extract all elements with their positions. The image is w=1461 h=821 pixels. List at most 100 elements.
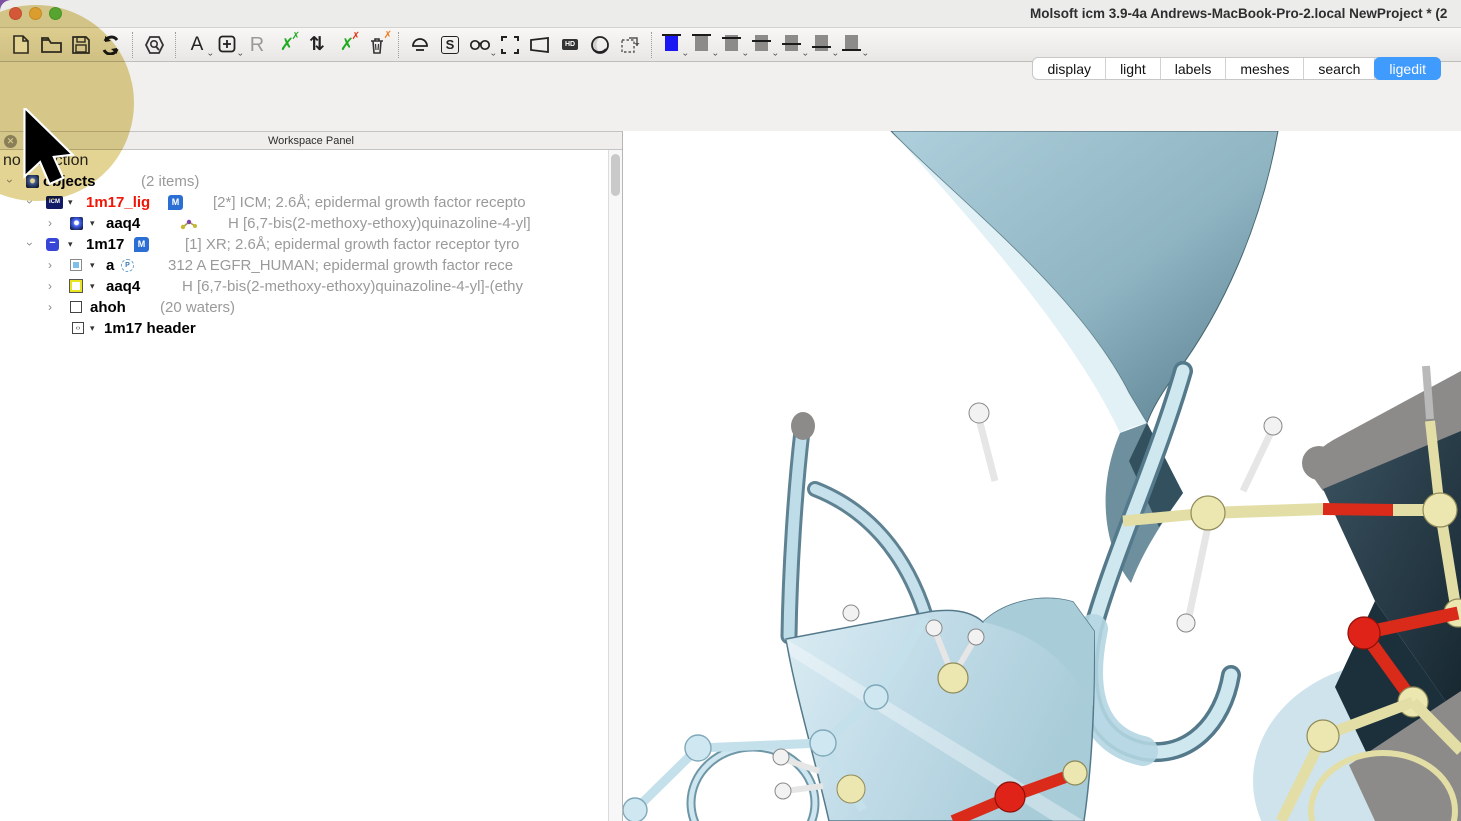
trash-icon xyxy=(369,36,385,54)
perspective-button[interactable] xyxy=(525,30,555,60)
header-data-icon[interactable]: ‹› xyxy=(72,322,84,334)
new-document-button[interactable] xyxy=(6,30,36,60)
chevron-expanded-icon[interactable]: › xyxy=(4,179,16,183)
workspace-panel-header[interactable]: ✕ Workspace Panel xyxy=(0,131,622,150)
tree-item-name[interactable]: a xyxy=(106,257,114,274)
label-box-button[interactable]: › xyxy=(212,30,242,60)
tree-item-name[interactable]: 1m17 header xyxy=(104,320,196,337)
chevron-collapsed-icon[interactable]: › xyxy=(48,259,52,271)
chevron-expanded-icon[interactable]: › xyxy=(24,242,36,246)
tree-row-ahoh[interactable]: › ahoh (20 waters) xyxy=(0,298,606,319)
tree-item-desc: (20 waters) xyxy=(160,299,235,316)
tree-row-objects[interactable]: › objects (2 items) xyxy=(0,172,606,193)
chevron-collapsed-icon[interactable]: › xyxy=(48,217,52,229)
delete-label-button[interactable]: ✗ ✗ xyxy=(272,30,302,60)
sync-button[interactable] xyxy=(96,30,126,60)
chevron-collapsed-icon[interactable]: › xyxy=(48,301,52,313)
slab-button-4[interactable]: › xyxy=(750,31,776,59)
tab-search[interactable]: search xyxy=(1304,58,1375,79)
molecule-icon[interactable] xyxy=(70,217,83,230)
loop-strand xyxy=(1088,371,1231,752)
caret-down-icon[interactable]: ▾ xyxy=(90,219,95,228)
smooth-shade-button[interactable]: S xyxy=(435,30,465,60)
shade-button[interactable] xyxy=(585,30,615,60)
workspace-tree[interactable]: no selection › objects (2 items) › ICM ▾… xyxy=(0,150,608,821)
delete-selection-button[interactable]: ✗ ✗ xyxy=(332,30,362,60)
updown-arrows-icon: ⇅ xyxy=(309,35,325,54)
tree-item-name[interactable]: 1m17_lig xyxy=(86,194,150,211)
separator xyxy=(651,32,652,58)
tab-light[interactable]: light xyxy=(1106,58,1161,79)
open-file-button[interactable] xyxy=(36,30,66,60)
tab-display[interactable]: display xyxy=(1033,58,1106,79)
tree-item-name[interactable]: 1m17 xyxy=(86,236,124,253)
s-box-icon: S xyxy=(441,36,459,54)
trash-button[interactable]: ✗ xyxy=(362,30,392,60)
zoom-button[interactable] xyxy=(49,7,62,20)
selection-status: no selection xyxy=(3,152,88,170)
tree-item-desc: H [6,7-bis(2-methoxy-ethoxy)quinazoline-… xyxy=(228,215,531,232)
tree-item-desc: [2*] ICM; 2.6Å; epidermal growth factor … xyxy=(213,194,526,211)
lamp-icon xyxy=(410,36,430,54)
residue-label-button[interactable]: R xyxy=(242,30,272,60)
tree-row-1m17[interactable]: › − ▾ 1m17 M [1] XR; 2.6Å; epidermal gro… xyxy=(0,235,606,256)
molecular-viewport[interactable] xyxy=(623,131,1461,821)
titlebar[interactable]: Molsoft icm 3.9-4a Andrews-MacBook-Pro-2… xyxy=(0,0,1461,28)
caret-down-icon[interactable]: ▾ xyxy=(90,261,95,270)
workspace-scrollbar[interactable] xyxy=(608,150,622,821)
tab-labels[interactable]: labels xyxy=(1161,58,1227,79)
window-title: Molsoft icm 3.9-4a Andrews-MacBook-Pro-2… xyxy=(1030,6,1447,21)
tree-row-1m17-lig[interactable]: › ICM ▾ 1m17_lig M [2*] ICM; 2.6Å; epide… xyxy=(0,193,606,214)
chevron-down-icon: › xyxy=(771,53,780,56)
tree-row-1m17-header[interactable]: ‹› ▾ 1m17 header xyxy=(0,319,606,340)
tab-ligedit[interactable]: ligedit xyxy=(1374,57,1441,80)
chevron-down-icon: › xyxy=(681,53,690,56)
minimize-button[interactable] xyxy=(29,7,42,20)
save-button[interactable] xyxy=(66,30,96,60)
stereo-button[interactable]: › xyxy=(465,30,495,60)
tree-item-name[interactable]: ahoh xyxy=(90,299,126,316)
ligand-checkbox-icon[interactable] xyxy=(70,280,82,292)
tree-item-name[interactable]: aaq4 xyxy=(106,278,140,295)
tree-item-desc: [1] XR; 2.6Å; epidermal growth factor re… xyxy=(185,236,519,253)
lamp-button[interactable] xyxy=(405,30,435,60)
label-atoms-button[interactable]: A › xyxy=(182,30,212,60)
tree-row-aaq4-2[interactable]: › ▾ aaq4 H [6,7-bis(2-methoxy-ethoxy)qui… xyxy=(0,277,606,298)
orange-x-small-icon: ✗ xyxy=(384,30,392,41)
slab-button-1[interactable]: › xyxy=(660,31,686,59)
sync-icon xyxy=(101,35,121,55)
search-object-button[interactable] xyxy=(139,30,169,60)
waters-checkbox-icon[interactable] xyxy=(70,301,82,313)
workspace-panel-title: Workspace Panel xyxy=(0,135,622,147)
scrollbar-thumb[interactable] xyxy=(611,154,620,196)
close-button[interactable] xyxy=(9,7,22,20)
chain-icon[interactable] xyxy=(70,259,82,271)
rotate-object-button[interactable] xyxy=(615,30,645,60)
tree-row-chain-a[interactable]: › ▾ a P 312 A EGFR_HUMAN; epidermal grow… xyxy=(0,256,606,277)
icm-object-icon[interactable]: ICM xyxy=(46,196,63,209)
object-collapse-icon[interactable]: − xyxy=(46,238,59,251)
slab-button-7[interactable]: › xyxy=(840,31,866,59)
slab-button-5[interactable]: › xyxy=(780,31,806,59)
chevron-down-icon: › xyxy=(711,53,720,56)
caret-down-icon[interactable]: ▾ xyxy=(68,198,73,207)
slab-button-6[interactable]: › xyxy=(810,31,836,59)
slab-button-2[interactable]: › xyxy=(690,31,716,59)
caret-down-icon[interactable]: ▾ xyxy=(90,282,95,291)
tab-meshes[interactable]: meshes xyxy=(1226,58,1304,79)
hexagon-search-icon xyxy=(144,35,165,55)
objects-icon[interactable] xyxy=(26,175,39,188)
tree-item-name[interactable]: objects xyxy=(43,173,96,190)
fullscreen-button[interactable] xyxy=(495,30,525,60)
hd-button[interactable]: HD xyxy=(555,30,585,60)
tree-row-aaq4[interactable]: › ▾ aaq4 H [6,7-bis(2-methoxy-ethoxy)qui… xyxy=(0,214,606,235)
caret-down-icon[interactable]: ▾ xyxy=(68,240,73,249)
tree-item-name[interactable]: aaq4 xyxy=(106,215,140,232)
chevron-expanded-icon[interactable]: › xyxy=(24,200,36,204)
molsoft-badge-icon: M xyxy=(134,237,149,252)
sort-button[interactable]: ⇅ xyxy=(302,30,332,60)
chevron-collapsed-icon[interactable]: › xyxy=(48,280,52,292)
separator xyxy=(175,32,176,58)
slab-button-3[interactable]: › xyxy=(720,31,746,59)
caret-down-icon[interactable]: ▾ xyxy=(90,324,95,333)
